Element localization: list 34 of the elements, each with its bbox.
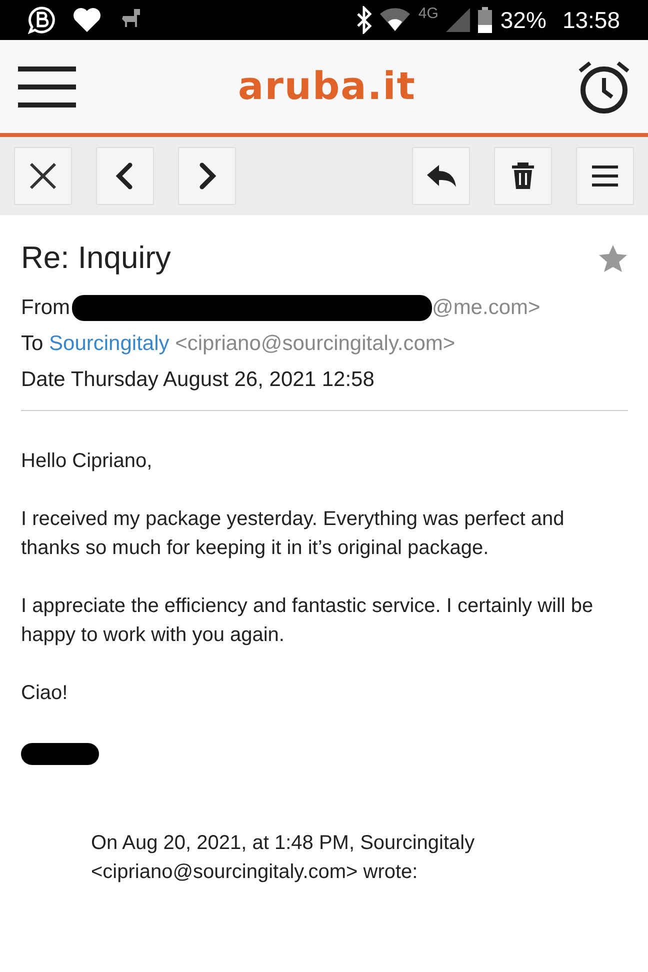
recipient-name-link[interactable]: Sourcingitaly [49,332,170,354]
reply-button[interactable] [412,147,470,205]
close-icon [27,160,59,192]
menu-button[interactable] [576,147,634,205]
to-label: To [21,332,44,354]
star-icon[interactable] [598,244,628,272]
menu-icon[interactable] [16,64,78,108]
date-value: Thursday August 26, 2021 12:58 [70,368,374,390]
message-paragraph: I appreciate the efficiency and fantastic service. I certainly will be happy to work with you again. [21,594,594,648]
chat-b-icon [28,6,56,34]
message-paragraph: Ciao! [21,680,69,706]
quote-header-line: <cipriano@sourcingitaly.com> wrote: [91,860,419,884]
next-button[interactable] [178,147,236,205]
sender-address: @me.com> [432,294,540,320]
message-paragraph: I received my package yesterday. Everything was perfect and thanks so much for keeping it in it’s original package. [21,506,566,560]
quote-header-line: On Aug 20, 2021, at 1:48 PM, Sourcingitaly [91,830,476,856]
heart-icon [72,7,102,33]
battery-icon [478,7,492,33]
clock-time: 13:58 [562,6,620,35]
signal-icon [446,8,470,32]
close-button[interactable] [14,147,72,205]
delete-button[interactable] [494,147,552,205]
network-type: 4G [418,4,438,24]
message-paragraph: Hello Cipriano, [21,448,154,474]
battery-percent: 32% [500,6,546,35]
logo: aruba.it [238,63,416,110]
prev-button[interactable] [96,147,154,205]
wifi-icon [380,8,410,32]
email-subject: Re: Inquiry [21,239,171,277]
from-label: From [21,294,70,320]
bluetooth-icon [356,6,372,34]
date-label: Date [21,368,66,390]
alarm-clock-icon[interactable] [576,58,632,114]
recipient-address: <cipriano@sourcingitaly.com> [175,332,456,354]
